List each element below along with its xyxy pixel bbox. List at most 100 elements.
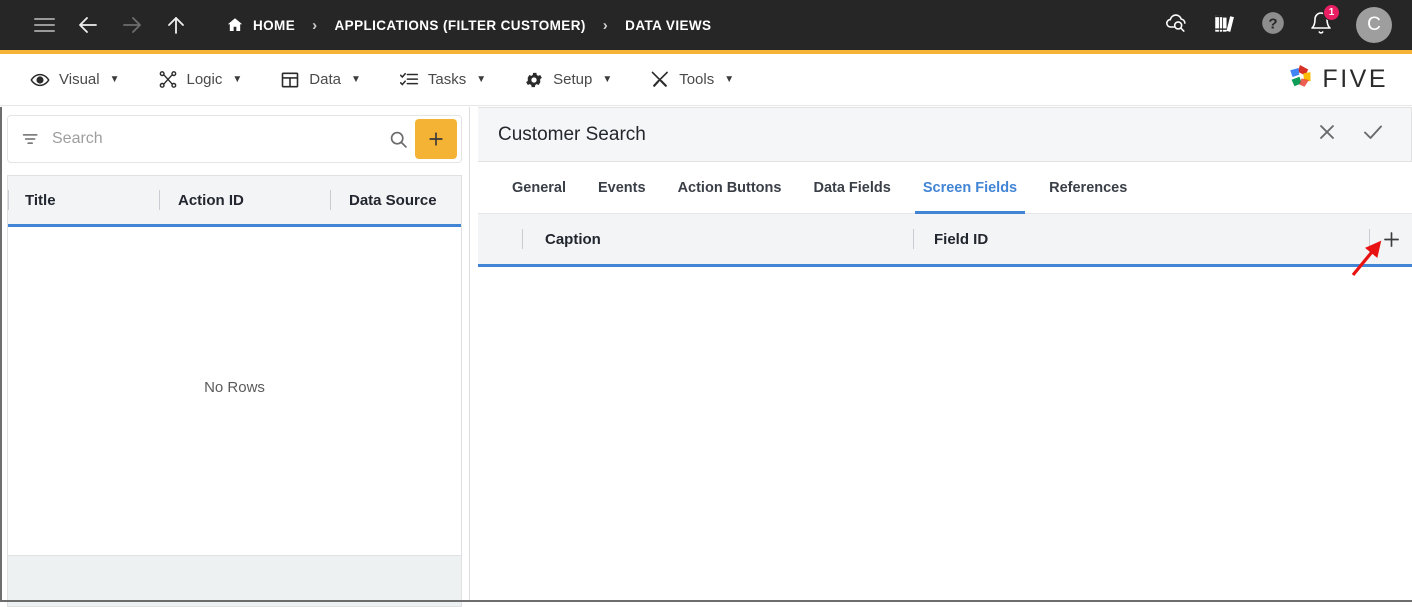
main-menu-bar: Visual ▼ Logic ▼ Data ▼ Tasks ▼ Setup ▼ bbox=[0, 54, 1412, 106]
search-icon[interactable] bbox=[381, 129, 415, 150]
add-data-view-button[interactable] bbox=[415, 119, 457, 159]
menu-label-logic: Logic bbox=[187, 71, 223, 88]
close-button[interactable] bbox=[1309, 117, 1345, 153]
close-icon bbox=[1316, 121, 1338, 148]
column-header-data-source-label: Data Source bbox=[349, 192, 437, 209]
menu-item-setup[interactable]: Setup ▼ bbox=[508, 60, 628, 100]
chevron-down-icon: ▼ bbox=[602, 74, 612, 85]
top-nav-icon-group bbox=[0, 3, 198, 47]
breadcrumb-label-applications: APPLICATIONS (FILTER CUSTOMER) bbox=[335, 18, 586, 33]
menu-item-visual[interactable]: Visual ▼ bbox=[14, 60, 136, 100]
screen-fields-header-row: Caption Field ID bbox=[478, 214, 1412, 267]
arrow-left-icon bbox=[76, 13, 100, 37]
tab-references-label: References bbox=[1049, 180, 1127, 196]
tab-screen-fields-label: Screen Fields bbox=[923, 180, 1017, 196]
library-books-icon bbox=[1212, 10, 1238, 41]
tab-general[interactable]: General bbox=[496, 162, 582, 214]
breadcrumb: HOME › APPLICATIONS (FILTER CUSTOMER) › … bbox=[212, 0, 725, 50]
grid-footer bbox=[8, 555, 461, 606]
top-bar-actions: ? 1 C bbox=[1156, 4, 1412, 46]
svg-text:?: ? bbox=[1268, 15, 1277, 32]
chevron-down-icon: ▼ bbox=[351, 74, 361, 85]
tab-data-fields[interactable]: Data Fields bbox=[797, 162, 906, 214]
search-input[interactable] bbox=[44, 130, 381, 148]
chevron-down-icon: ▼ bbox=[724, 74, 734, 85]
chevron-down-icon: ▼ bbox=[110, 74, 120, 85]
chevron-down-icon: ▼ bbox=[476, 74, 486, 85]
chevron-down-icon: ▼ bbox=[232, 74, 242, 85]
menu-label-tasks: Tasks bbox=[428, 71, 466, 88]
column-header-field-id[interactable]: Field ID bbox=[914, 214, 1369, 264]
search-bar bbox=[7, 115, 462, 163]
column-header-data-source[interactable]: Data Source bbox=[331, 176, 461, 224]
column-header-title-label: Title bbox=[25, 192, 56, 209]
up-level-button[interactable] bbox=[154, 3, 198, 47]
tab-events[interactable]: Events bbox=[582, 162, 662, 214]
notifications-button[interactable]: 1 bbox=[1300, 4, 1342, 46]
five-pinwheel-logo bbox=[1285, 62, 1315, 97]
breadcrumb-item-home[interactable]: HOME bbox=[212, 0, 309, 50]
top-bar: HOME › APPLICATIONS (FILTER CUSTOMER) › … bbox=[0, 0, 1412, 50]
table-grid-icon bbox=[280, 70, 300, 90]
form-header: Customer Search bbox=[478, 107, 1412, 162]
page-title: Customer Search bbox=[498, 124, 646, 146]
back-button[interactable] bbox=[66, 3, 110, 47]
save-button[interactable] bbox=[1355, 117, 1391, 153]
column-header-title[interactable]: Title bbox=[9, 176, 159, 224]
tab-screen-fields[interactable]: Screen Fields bbox=[907, 162, 1033, 214]
notification-badge: 1 bbox=[1323, 4, 1340, 21]
breadcrumb-item-data-views[interactable]: DATA VIEWS bbox=[611, 0, 725, 50]
checklist-icon bbox=[399, 70, 419, 90]
tab-data-fields-label: Data Fields bbox=[813, 180, 890, 196]
library-button[interactable] bbox=[1204, 4, 1246, 46]
cloud-search-button[interactable] bbox=[1156, 4, 1198, 46]
tab-references[interactable]: References bbox=[1033, 162, 1143, 214]
brand-name: FIVE bbox=[1322, 65, 1388, 94]
arrow-up-icon bbox=[164, 13, 188, 37]
help-button[interactable]: ? bbox=[1252, 4, 1294, 46]
filter-icon[interactable] bbox=[18, 129, 44, 149]
grid-body: No Rows bbox=[8, 227, 461, 547]
menu-item-tools[interactable]: Tools ▼ bbox=[634, 60, 750, 100]
column-header-action-id[interactable]: Action ID bbox=[160, 176, 330, 224]
logic-nodes-icon bbox=[158, 70, 178, 90]
menu-label-tools: Tools bbox=[679, 71, 714, 88]
breadcrumb-separator: › bbox=[309, 17, 320, 34]
hamburger-menu-button[interactable] bbox=[22, 3, 66, 47]
breadcrumb-separator: › bbox=[600, 17, 611, 34]
menu-item-tasks[interactable]: Tasks ▼ bbox=[383, 60, 502, 100]
cloud-search-icon bbox=[1164, 9, 1191, 41]
forward-button[interactable] bbox=[110, 3, 154, 47]
add-screen-field-button[interactable] bbox=[1370, 214, 1412, 264]
screen-fields-grid-body bbox=[478, 267, 1412, 597]
menu-item-logic[interactable]: Logic ▼ bbox=[142, 60, 259, 100]
column-header-caption-label: Caption bbox=[545, 231, 601, 248]
empty-state-message: No Rows bbox=[204, 379, 265, 396]
check-icon bbox=[1361, 120, 1385, 149]
right-panel: Customer Search General Events Action Bu… bbox=[478, 107, 1412, 602]
gear-icon bbox=[524, 70, 544, 90]
column-header-caption[interactable]: Caption bbox=[523, 214, 913, 264]
tools-icon bbox=[650, 70, 670, 90]
breadcrumb-label-data-views: DATA VIEWS bbox=[625, 18, 711, 33]
menu-item-data[interactable]: Data ▼ bbox=[264, 60, 377, 100]
grid-header-row: Title Action ID Data Source bbox=[8, 175, 461, 227]
brand-logo: FIVE bbox=[1285, 62, 1412, 97]
tab-general-label: General bbox=[512, 180, 566, 196]
tab-events-label: Events bbox=[598, 180, 646, 196]
tab-action-buttons-label: Action Buttons bbox=[678, 180, 782, 196]
eye-icon bbox=[30, 70, 50, 90]
breadcrumb-item-applications[interactable]: APPLICATIONS (FILTER CUSTOMER) bbox=[321, 0, 600, 50]
window-left-edge bbox=[0, 107, 2, 602]
form-tabs: General Events Action Buttons Data Field… bbox=[478, 162, 1412, 214]
home-icon bbox=[226, 16, 244, 34]
menu-label-data: Data bbox=[309, 71, 341, 88]
menu-label-setup: Setup bbox=[553, 71, 592, 88]
tab-action-buttons[interactable]: Action Buttons bbox=[662, 162, 798, 214]
form-header-actions bbox=[1309, 117, 1391, 153]
avatar[interactable]: C bbox=[1356, 7, 1392, 43]
column-header-field-id-label: Field ID bbox=[934, 231, 988, 248]
arrow-right-icon bbox=[120, 13, 144, 37]
help-icon: ? bbox=[1260, 10, 1286, 41]
data-views-grid: Title Action ID Data Source No Rows bbox=[7, 175, 462, 607]
